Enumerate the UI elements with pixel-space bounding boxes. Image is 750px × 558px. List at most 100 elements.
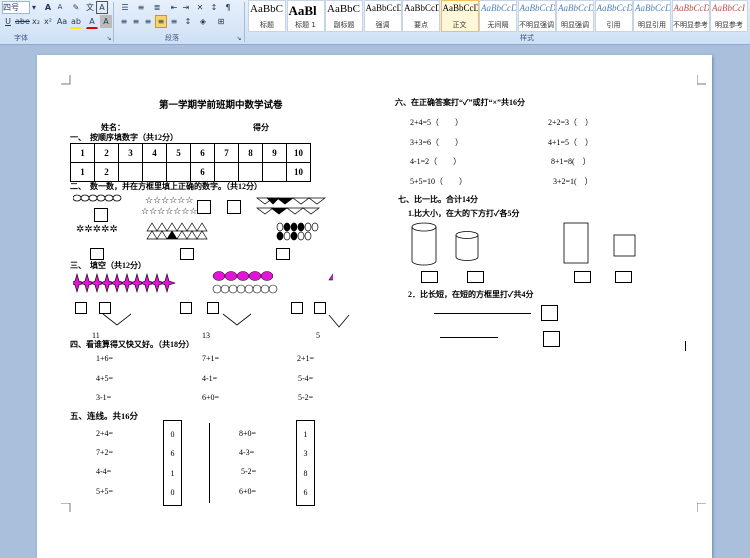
section-7-part-2: 2．比长短，在短的方框里打✓共4分 bbox=[408, 290, 534, 299]
answer-box[interactable] bbox=[180, 248, 194, 260]
answer-box[interactable] bbox=[541, 305, 558, 321]
table-cell: 1 bbox=[70, 162, 95, 182]
char-shading-icon[interactable]: A bbox=[100, 15, 112, 28]
answer-box[interactable] bbox=[99, 302, 111, 314]
answer-box[interactable] bbox=[291, 302, 303, 314]
style-sample: AaBbCcDd bbox=[481, 3, 517, 13]
shading-icon[interactable]: ◈ bbox=[196, 15, 210, 28]
shrink-font-icon[interactable]: A bbox=[54, 1, 66, 14]
borders-icon[interactable]: ⊞ bbox=[214, 15, 228, 28]
styles-gallery: AaBbC 标题 AaBl 标题 1 AaBbC 副标题 AaBbCcD 强调 AaBbCcD 要… bbox=[248, 0, 750, 32]
distribute-icon[interactable]: ≡ bbox=[168, 15, 180, 28]
crop-mark-top-left bbox=[61, 75, 71, 85]
answer-box[interactable] bbox=[90, 248, 104, 260]
table-cell: 6 bbox=[190, 143, 215, 163]
style-item[interactable]: AaBbCcDd 正文 bbox=[440, 0, 479, 32]
chinese-layout-icon[interactable]: ✕ bbox=[194, 1, 206, 14]
decrease-indent-icon[interactable]: ⇤ bbox=[168, 1, 180, 14]
show-marks-icon[interactable]: ¶ bbox=[222, 1, 234, 14]
answer-box[interactable] bbox=[543, 331, 560, 347]
table-cell bbox=[214, 162, 239, 182]
align-left-icon[interactable]: ≡ bbox=[118, 15, 130, 28]
change-case-icon[interactable]: Aa bbox=[55, 15, 69, 28]
style-name: 标题 1 bbox=[295, 21, 316, 29]
style-name: 引用 bbox=[606, 21, 621, 29]
answer-box[interactable] bbox=[314, 302, 326, 314]
math-problem: 4+5= bbox=[96, 374, 114, 383]
style-item[interactable]: AaBbCcI 明显参考 bbox=[710, 0, 748, 32]
paragraph-dialog-launcher-icon[interactable]: ↘ bbox=[234, 32, 244, 45]
align-right-icon[interactable]: ≡ bbox=[142, 15, 154, 28]
table-cell: 4 bbox=[142, 143, 167, 163]
subscript-icon[interactable]: x₂ bbox=[30, 15, 42, 28]
number-split-figure bbox=[73, 271, 333, 326]
answer-box[interactable] bbox=[227, 200, 241, 214]
section-4-heading: 四、看谁算得又快又好。（共18分） bbox=[70, 340, 194, 349]
font-color-icon[interactable]: A bbox=[86, 15, 98, 29]
answer-box[interactable] bbox=[615, 271, 632, 283]
highlight-icon[interactable]: ab bbox=[70, 15, 82, 29]
short-line bbox=[440, 337, 498, 338]
answer-box[interactable] bbox=[467, 271, 484, 283]
align-center-icon[interactable]: ≡ bbox=[130, 15, 142, 28]
table-cell: 3 bbox=[118, 143, 143, 163]
judge-item: 2+4=5（ ） bbox=[410, 118, 464, 127]
phonetic-icon[interactable]: 文 bbox=[84, 1, 96, 14]
answer-column-box: 1 3 8 6 bbox=[296, 420, 315, 506]
multilevel-list-icon[interactable]: ≣ bbox=[150, 1, 164, 14]
answer-value: 1 bbox=[170, 469, 175, 478]
sort-icon[interactable]: ↕ bbox=[208, 1, 220, 14]
answer-box[interactable] bbox=[75, 302, 87, 314]
style-item[interactable]: AaBbCcD 强调 bbox=[363, 0, 402, 32]
answer-box[interactable] bbox=[197, 200, 211, 214]
font-dropdown-icon[interactable]: ▾ bbox=[29, 1, 39, 14]
style-item[interactable]: AaBbC 标题 bbox=[248, 0, 286, 32]
justify-icon[interactable]: ≡ bbox=[155, 15, 167, 28]
style-item[interactable]: AaBbCcDd 不明显强调 bbox=[517, 0, 556, 32]
exam-title: 第一学期学前班期中数学试卷 bbox=[159, 101, 283, 111]
judge-item: 4+1=5（ ） bbox=[548, 138, 594, 147]
style-item[interactable]: AaBbCcDd 明显强调 bbox=[556, 0, 594, 32]
style-item[interactable]: AaBbC 副标题 bbox=[325, 0, 363, 32]
answer-box[interactable] bbox=[207, 302, 219, 314]
style-name: 不明显强调 bbox=[519, 21, 554, 29]
table-cell: 5 bbox=[166, 143, 191, 163]
style-item[interactable]: AaBbCcDd 不明显参考 bbox=[671, 0, 710, 32]
style-sample: AaBbCcDd bbox=[519, 3, 556, 13]
answer-box[interactable] bbox=[180, 302, 192, 314]
numbering-icon[interactable]: ≡ bbox=[134, 1, 148, 14]
grow-font-icon[interactable]: A bbox=[42, 1, 54, 14]
section-7-part-1: 1.比大小，在大的下方打✓各5分 bbox=[408, 209, 520, 218]
section-2-heading: 二、 数一数，并在方框里填上正确的数字。（共12分） bbox=[70, 182, 262, 191]
match-expression: 8+0= bbox=[239, 429, 257, 438]
style-item[interactable]: AaBl 标题 1 bbox=[286, 0, 325, 32]
style-item[interactable]: AaBbCcDd 引用 bbox=[594, 0, 633, 32]
font-name-select[interactable]: 四号 bbox=[2, 1, 30, 14]
svg-text:☆☆☆☆☆☆☆: ☆☆☆☆☆☆☆ bbox=[141, 207, 197, 217]
long-line bbox=[434, 313, 531, 314]
table-cell bbox=[142, 162, 167, 182]
math-problem: 2+1= bbox=[297, 354, 315, 363]
superscript-icon[interactable]: x² bbox=[42, 15, 54, 28]
style-item[interactable]: AaBbCcDd 无间隔 bbox=[479, 0, 517, 32]
answer-box[interactable] bbox=[574, 271, 591, 283]
judge-item: 2+2=3（ ） bbox=[548, 118, 594, 127]
underline-icon[interactable]: U bbox=[2, 15, 14, 28]
answer-column-box: 0 6 1 0 bbox=[163, 420, 182, 506]
char-border-icon[interactable]: A bbox=[96, 1, 108, 14]
increase-indent-icon[interactable]: ⇥ bbox=[180, 1, 192, 14]
clear-format-icon[interactable]: ✎ bbox=[70, 1, 82, 14]
section-5-heading: 五、连线。共16分 bbox=[70, 411, 139, 421]
style-item[interactable]: AaBbCcD 要点 bbox=[402, 0, 440, 32]
section-6-heading: 六、在正确答案打“✓”或打“×”共16分 bbox=[395, 98, 526, 107]
style-item[interactable]: AaBbCcDd 明显引用 bbox=[633, 0, 671, 32]
answer-box[interactable] bbox=[276, 248, 290, 260]
answer-box[interactable] bbox=[94, 208, 108, 222]
strike-icon[interactable]: abe bbox=[14, 15, 30, 28]
math-problem: 6+0= bbox=[202, 393, 220, 402]
line-spacing-icon[interactable]: ↕ bbox=[182, 15, 194, 28]
match-expression: 5-2= bbox=[241, 467, 257, 476]
number-sequence-table: 1 2 3 4 5 6 7 8 9 10 1 2 6 10 bbox=[70, 143, 311, 182]
bullets-icon[interactable]: ☰ bbox=[118, 1, 132, 14]
answer-box[interactable] bbox=[421, 271, 438, 283]
